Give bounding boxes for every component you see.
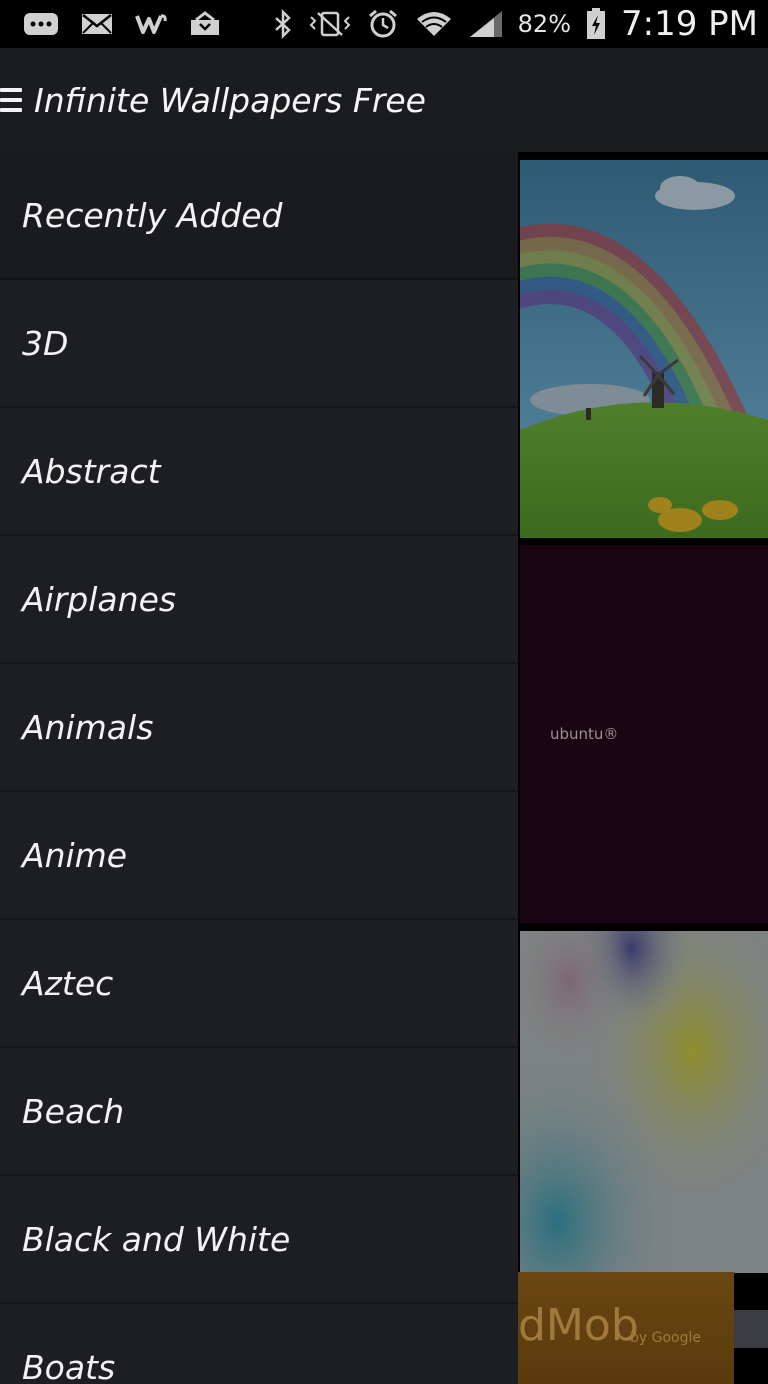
drawer-item-label: Beach [22,1091,125,1131]
battery-percentage: 82% [517,10,571,38]
wifi-icon [414,9,454,39]
w-app-icon [134,11,168,37]
battery-icon [585,7,607,41]
app-title[interactable]: Infinite Wallpapers Free [34,81,426,120]
system-status-icons: 82% 7:19 PM [272,4,758,44]
drawer-item-boats[interactable]: Boats [0,1304,518,1384]
clock: 7:19 PM [621,4,758,44]
drawer-item-label: Recently Added [22,195,283,235]
bluetooth-icon [272,9,294,39]
wallpaper-grid: ubuntu® dMob by Google [518,152,768,1384]
action-bar: Infinite Wallpapers Free [0,48,768,152]
drawer-item-beach[interactable]: Beach [0,1048,518,1176]
drawer-item-label: 3D [22,323,69,363]
wallpaper-thumbnail-ubuntu[interactable]: ubuntu® [520,545,768,923]
drawer-item-label: Aztec [22,963,114,1003]
drawer-item-3d[interactable]: 3D [0,280,518,408]
messages-icon [22,10,60,38]
drawer-item-label: Abstract [22,451,161,491]
ubuntu-logo-text: ubuntu® [550,725,619,743]
alarm-icon [366,8,400,40]
drawer-item-label: Animals [22,707,154,747]
ad-logo-text: dMob [518,1300,639,1351]
drawer-item-airplanes[interactable]: Airplanes [0,536,518,664]
drawer-item-black-and-white[interactable]: Black and White [0,1176,518,1304]
drawer-item-aztec[interactable]: Aztec [0,920,518,1048]
drawer-item-label: Airplanes [22,579,177,619]
vibrate-icon [308,9,352,39]
drawer-item-recently-added[interactable]: Recently Added [0,152,518,280]
ad-sub-text: by Google [630,1330,701,1346]
ad-side-panel [734,1310,768,1348]
drawer-item-anime[interactable]: Anime [0,792,518,920]
signal-icon [468,9,504,39]
notification-icons [22,10,222,38]
inbox-icon [188,10,222,38]
wallpaper-thumbnail-rainbow[interactable] [520,160,768,538]
email-icon [80,11,114,37]
drawer-item-animals[interactable]: Animals [0,664,518,792]
hamburger-icon[interactable] [0,88,22,112]
drawer-item-abstract[interactable]: Abstract [0,408,518,536]
drawer-item-label: Boats [22,1347,116,1384]
status-bar: 82% 7:19 PM [0,0,768,48]
wallpaper-thumbnail-paint[interactable] [520,931,768,1273]
drawer-item-label: Black and White [22,1219,291,1259]
drawer-item-label: Anime [22,835,128,875]
ad-banner[interactable]: dMob by Google [518,1272,734,1384]
navigation-drawer: Recently Added 3D Abstract Airplanes Ani… [0,152,518,1384]
